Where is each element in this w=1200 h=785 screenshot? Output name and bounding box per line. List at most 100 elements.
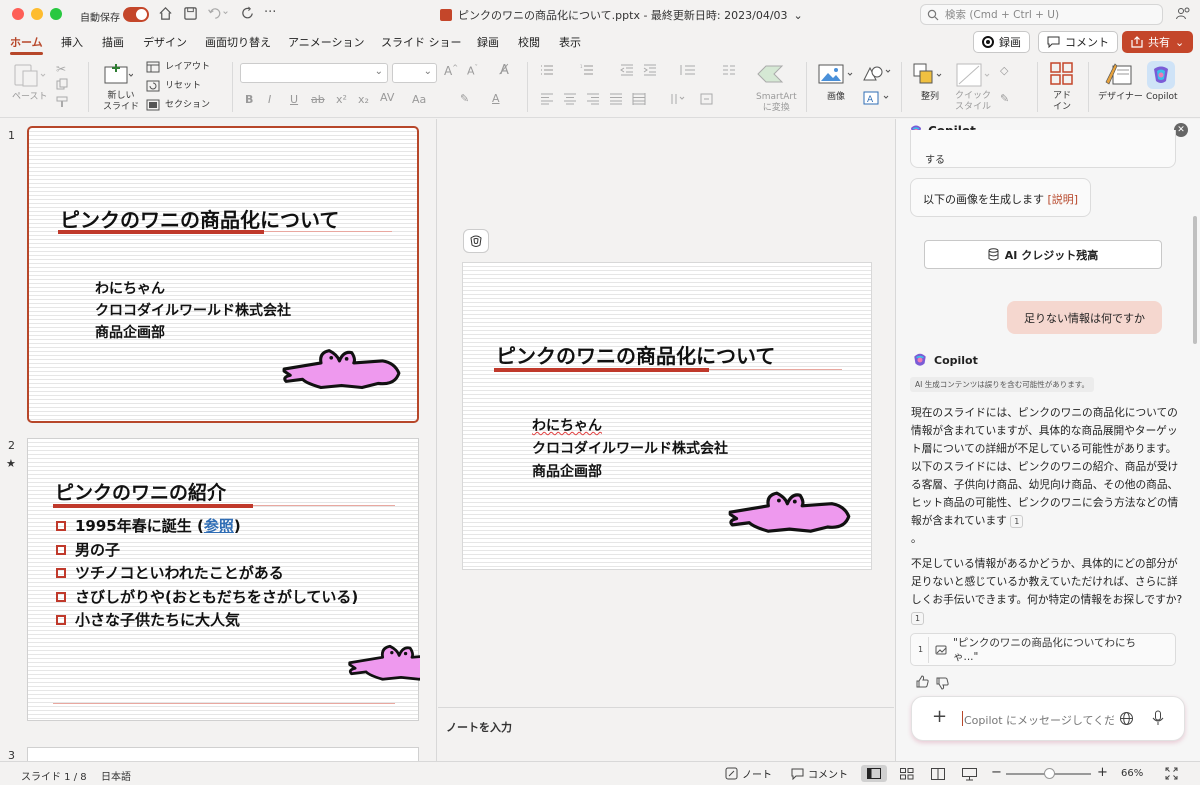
clear-format-icon[interactable]: A̸ (500, 63, 509, 78)
strikethrough-icon[interactable]: ab (311, 93, 325, 106)
close-icon[interactable]: ✕ (1174, 123, 1188, 137)
distributed-icon[interactable] (632, 93, 646, 105)
record-button[interactable]: 録画 (973, 31, 1030, 53)
picture-icon[interactable] (818, 64, 854, 86)
citation-badge[interactable]: 1 (911, 612, 925, 625)
designer-icon[interactable] (1103, 60, 1133, 88)
zoom-percent[interactable]: 66% (1121, 768, 1143, 779)
tab-draw[interactable]: 描画 (102, 34, 124, 50)
align-left-icon[interactable] (540, 93, 554, 105)
home-icon[interactable] (158, 6, 173, 21)
zoom-window-button[interactable] (50, 8, 62, 20)
reset-label[interactable]: リセット (165, 81, 201, 92)
font-color-icon[interactable]: A (492, 92, 500, 105)
slide-title[interactable]: ピンクのワニの商品化について (496, 340, 775, 369)
copy-icon[interactable] (56, 78, 68, 90)
bold-icon[interactable]: B (245, 93, 253, 106)
fit-to-window-icon[interactable] (1165, 767, 1178, 780)
italic-icon[interactable]: I (268, 93, 271, 106)
comment-button[interactable]: コメント (1038, 31, 1118, 53)
slide-sorter-view-icon[interactable] (900, 768, 914, 780)
designer-quick-button[interactable] (463, 229, 489, 253)
align-text-icon[interactable] (700, 93, 718, 105)
share-button[interactable]: 共有 ⌄ (1122, 31, 1194, 53)
line-spacing-icon[interactable] (678, 64, 696, 76)
zoom-out-icon[interactable]: − (991, 765, 1002, 780)
align-center-icon[interactable] (563, 93, 577, 105)
globe-icon[interactable] (1119, 711, 1134, 726)
zoom-slider[interactable] (1006, 768, 1091, 779)
smartart-label[interactable]: SmartArt に変換 (756, 92, 797, 114)
align-right-icon[interactable] (586, 93, 600, 105)
reference-link[interactable]: 参照 (204, 517, 234, 535)
more-icon[interactable]: ··· (264, 5, 276, 20)
citation-badge[interactable]: 1 (1010, 515, 1024, 528)
paste-icon[interactable] (12, 62, 46, 88)
underline-icon[interactable]: U (290, 93, 298, 106)
tab-record[interactable]: 録画 (477, 34, 499, 50)
redo-icon[interactable] (240, 6, 255, 21)
reading-view-icon[interactable] (931, 768, 945, 780)
quick-styles-icon[interactable] (955, 62, 991, 88)
tab-review[interactable]: 校閲 (518, 34, 540, 50)
add-attachment-icon[interactable]: + (932, 707, 947, 727)
thumbs-up-icon[interactable] (916, 675, 929, 688)
decrease-indent-icon[interactable] (620, 64, 634, 76)
bullets-icon[interactable] (540, 64, 554, 76)
slide-canvas[interactable]: ピンクのワニの商品化について わにちゃん クロコダイルワールド株式会社 商品企画… (462, 262, 872, 570)
arrange-icon[interactable] (912, 62, 944, 88)
decrease-font-icon[interactable]: Aˇ (467, 64, 478, 78)
tab-slideshow[interactable]: スライド ショー (381, 34, 462, 50)
format-painter-icon[interactable] (56, 96, 70, 108)
justify-icon[interactable] (609, 93, 623, 105)
pink-crocodile-image[interactable] (726, 482, 853, 536)
tab-animations[interactable]: アニメーション (288, 34, 365, 50)
new-slide-icon[interactable] (103, 62, 133, 86)
document-title[interactable]: ピンクのワニの商品化について.pptx - 最終更新日時: 2023/04/03… (440, 7, 803, 23)
undo-icon[interactable] (207, 6, 229, 21)
tab-insert[interactable]: 挿入 (61, 34, 83, 50)
tab-design[interactable]: デザイン (143, 34, 187, 50)
copilot-message-input[interactable]: + Copilot にメッセージしてくだ (911, 696, 1185, 741)
section-label[interactable]: セクション (165, 100, 210, 111)
zoom-in-icon[interactable]: + (1097, 765, 1108, 780)
arrange-label[interactable]: 整列 (921, 92, 939, 103)
minimize-window-button[interactable] (31, 8, 43, 20)
picture-label[interactable]: 画像 (827, 92, 845, 103)
textbox-icon[interactable]: A (862, 90, 892, 106)
slide-thumbnail-2[interactable]: ピンクのワニの紹介 1995年春に誕生 (参照) 男の子 ツチノコといわれたこと… (27, 438, 420, 721)
shape-outline-icon[interactable]: ✎ (1000, 92, 1009, 105)
slide-thumbnail-1[interactable]: ピンクのワニの商品化について わにちゃん クロコダイルワールド株式会社 商品企画… (27, 126, 419, 423)
text-direction-icon[interactable] (668, 93, 686, 105)
shapes-icon[interactable] (862, 62, 892, 82)
copilot-scrollbar[interactable] (1193, 216, 1197, 344)
smartart-icon[interactable] (756, 62, 784, 86)
slide-body[interactable]: わにちゃん クロコダイルワールド株式会社 商品企画部 (532, 415, 728, 484)
cut-icon[interactable]: ✂ (56, 62, 66, 76)
increase-indent-icon[interactable] (643, 64, 657, 76)
tab-view[interactable]: 表示 (559, 34, 581, 50)
slide-thumbnail-3[interactable] (27, 747, 419, 761)
close-window-button[interactable] (12, 8, 24, 20)
columns-icon[interactable] (722, 64, 736, 76)
reference-card[interactable]: 1 "ピンクのワニの商品化についてわにちゃ..." (910, 633, 1176, 666)
shape-fill-icon[interactable]: ◇ (1000, 64, 1008, 77)
notes-toggle-button[interactable]: ノート (725, 766, 772, 781)
zoom-slider-thumb[interactable] (1043, 768, 1055, 779)
font-size-select[interactable]: ⌄ (392, 63, 437, 83)
highlight-icon[interactable]: ✎ (460, 92, 469, 105)
change-case-icon[interactable]: Aa (412, 93, 426, 106)
copilot-ribbon-icon[interactable] (1146, 60, 1176, 90)
quick-styles-label[interactable]: クイック スタイル (955, 91, 991, 113)
thumbs-down-icon[interactable] (936, 677, 949, 690)
addins-label[interactable]: アド イン (1053, 91, 1071, 113)
tab-transitions[interactable]: 画面切り替え (205, 34, 271, 50)
increase-font-icon[interactable]: A^ (444, 64, 458, 78)
autosave-toggle[interactable] (123, 7, 149, 22)
comments-toggle-button[interactable]: コメント (791, 766, 848, 781)
designer-label[interactable]: デザイナー (1098, 92, 1143, 103)
notes-pane[interactable]: ノートを入力 (438, 707, 894, 761)
font-name-select[interactable]: ⌄ (240, 63, 388, 83)
char-spacing-icon[interactable]: AV (380, 91, 394, 104)
normal-view-button[interactable] (861, 765, 887, 782)
